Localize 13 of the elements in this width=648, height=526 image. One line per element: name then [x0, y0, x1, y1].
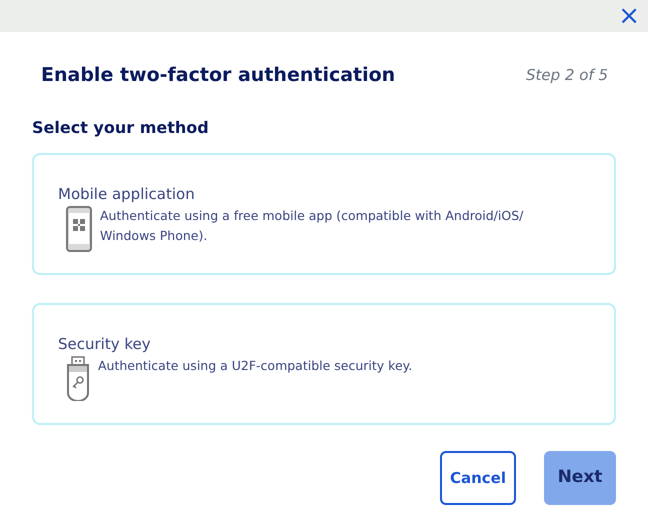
method-option[interactable]: Security key Authenticate using a U2F-compatible security key.: [32, 303, 616, 425]
option-description: Authenticate using a U2F-compatible security key.: [98, 356, 412, 375]
option-description: Authenticate using a free mobile app (compatible with Android/iOS/ Windows Phone).: [100, 206, 524, 246]
step-indicator: Step 2 of 5: [526, 64, 608, 86]
option-title: Mobile application: [58, 184, 196, 205]
close-button[interactable]: ×: [610, 3, 648, 29]
dialog-title: Enable two-factor authentication: [41, 62, 396, 88]
method-option[interactable]: Mobile application Authenticate using a free mobile app (compatible with Android/iOS/ Windows Phone).: [32, 153, 616, 275]
section-title: Select your method: [32, 117, 209, 139]
usb-key-icon: [66, 356, 90, 400]
cancel-button[interactable]: Cancel: [440, 451, 516, 505]
option-title: Security key: [58, 334, 152, 355]
phone-icon: [66, 206, 92, 252]
